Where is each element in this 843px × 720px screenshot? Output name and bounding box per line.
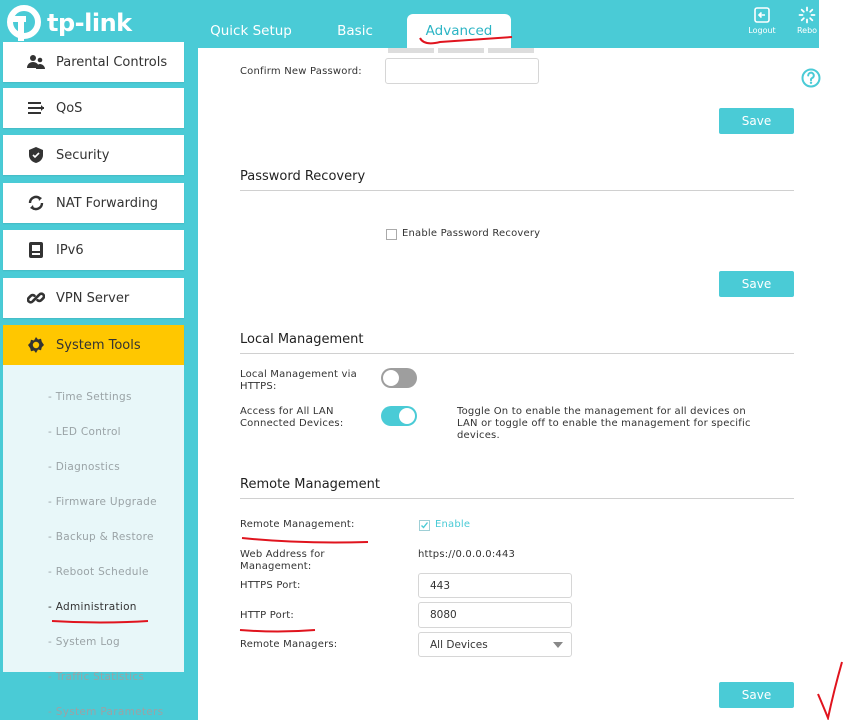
password-strength-bar-weak [388, 48, 434, 53]
submenu-item-time-settings[interactable]: - Time Settings [48, 391, 132, 403]
tp-link-logo[interactable]: tp-link [4, 4, 132, 42]
sidebar-item-system-tools[interactable]: System Tools [3, 325, 184, 365]
submenu-item-diagnostics[interactable]: - Diagnostics [48, 461, 120, 473]
confirm-password-label: Confirm New Password: [240, 66, 362, 77]
sidebar-item-label: Parental Controls [56, 54, 168, 70]
password-strength-bar-medium [438, 48, 484, 53]
tab-advanced[interactable]: Advanced [407, 14, 511, 48]
help-icon[interactable] [801, 68, 821, 88]
local-management-https-label: Local Management via HTTPS: [240, 369, 357, 392]
chevron-down-icon [553, 642, 563, 648]
remote-managers-value: All Devices [430, 638, 488, 651]
section-divider [240, 353, 794, 354]
nat-forwarding-icon [25, 192, 47, 214]
web-address-label: Web Address for Management: [240, 549, 325, 572]
shield-icon [25, 144, 47, 166]
sidebar-item-vpn-server[interactable]: VPN Server [3, 278, 184, 318]
ipv6-icon [25, 239, 47, 261]
sidebar-item-security[interactable]: Security [3, 135, 184, 175]
tab-quick-setup[interactable]: Quick Setup [200, 14, 302, 48]
password-strength-bar-strong [488, 48, 534, 53]
submenu-item-label: Reboot Schedule [55, 566, 149, 578]
submenu-item-backup-restore[interactable]: - Backup & Restore [48, 531, 154, 543]
logout-button[interactable]: Logout [744, 6, 780, 35]
submenu-item-system-log[interactable]: - System Log [48, 636, 120, 648]
logout-label: Logout [748, 26, 776, 35]
sidebar-item-qos[interactable]: QoS [3, 88, 184, 128]
sidebar-item-label: IPv6 [56, 242, 84, 258]
submenu-item-label: Traffic Statistics [55, 671, 145, 683]
submenu-item-label: Diagnostics [55, 461, 120, 473]
https-port-label: HTTPS Port: [240, 580, 301, 591]
sidebar-item-label: NAT Forwarding [56, 195, 159, 211]
submenu-item-label: Firmware Upgrade [55, 496, 157, 508]
local-management-title: Local Management [240, 332, 364, 347]
http-port-input[interactable]: 8080 [418, 602, 572, 628]
tab-basic[interactable]: Basic [320, 14, 390, 48]
submenu-item-label: Administration [55, 601, 137, 613]
submenu-item-led-control[interactable]: - LED Control [48, 426, 121, 438]
system-tools-submenu: - Time Settings - LED Control - Diagnost… [3, 365, 184, 718]
submenu-item-label: Time Settings [55, 391, 132, 403]
section-divider [240, 190, 794, 191]
local-management-https-toggle[interactable] [381, 368, 417, 388]
parental-controls-icon [25, 51, 47, 73]
submenu-item-label: Backup & Restore [55, 531, 154, 543]
https-port-input[interactable]: 443 [418, 573, 572, 598]
recovery-save-button[interactable]: Save [719, 271, 794, 297]
sidebar-item-label: Security [56, 147, 110, 163]
access-all-lan-label: Access for All LAN Connected Devices: [240, 406, 344, 429]
gear-icon [25, 334, 47, 356]
sidebar-item-label: QoS [56, 100, 83, 116]
reboot-label: Rebo [796, 26, 818, 35]
enable-password-recovery-label: Enable Password Recovery [402, 228, 541, 239]
submenu-item-system-parameters[interactable]: - System Parameters [48, 706, 163, 718]
access-all-lan-hint: Toggle On to enable the management for a… [457, 406, 751, 441]
logout-icon [754, 7, 770, 23]
qos-icon [25, 97, 47, 119]
sidebar-item-ipv6[interactable]: IPv6 [3, 230, 184, 270]
top-header: tp-link Quick Setup Basic Advanced Logou… [0, 0, 819, 48]
section-divider [240, 498, 794, 499]
sidebar-item-nat-forwarding[interactable]: NAT Forwarding [3, 183, 184, 223]
web-address-value: https://0.0.0.0:443 [418, 549, 516, 560]
reboot-button[interactable]: Rebo [792, 6, 822, 35]
toggle-knob [399, 408, 415, 424]
sidebar-item-label: System Tools [56, 337, 141, 353]
remote-management-title: Remote Management [240, 477, 380, 492]
access-all-lan-toggle[interactable] [381, 406, 417, 426]
toggle-knob [383, 370, 399, 386]
tp-link-logo-icon [4, 3, 44, 43]
check-icon [421, 522, 429, 529]
sidebar: Parental Controls QoS Security NAT Forwa… [0, 42, 198, 720]
confirm-password-input[interactable] [385, 58, 539, 84]
main-content: Confirm New Password: Save Password Reco… [198, 48, 819, 720]
enable-password-recovery-checkbox[interactable] [386, 229, 397, 240]
http-port-label: HTTP Port: [240, 610, 294, 621]
vpn-icon [25, 287, 47, 309]
submenu-item-reboot-schedule[interactable]: - Reboot Schedule [48, 566, 149, 578]
remote-save-button[interactable]: Save [719, 682, 794, 708]
submenu-item-administration[interactable]: - Administration [48, 601, 137, 613]
remote-managers-label: Remote Managers: [240, 639, 338, 650]
submenu-item-firmware-upgrade[interactable]: - Firmware Upgrade [48, 496, 157, 508]
sidebar-item-parental-controls[interactable]: Parental Controls [3, 42, 184, 82]
submenu-item-traffic-statistics[interactable]: - Traffic Statistics [48, 671, 144, 683]
remote-management-label: Remote Management: [240, 519, 355, 530]
page-right-edge [819, 0, 843, 720]
password-save-button[interactable]: Save [719, 108, 794, 134]
submenu-item-label: System Log [55, 636, 120, 648]
password-recovery-title: Password Recovery [240, 169, 366, 184]
submenu-item-label: LED Control [55, 426, 121, 438]
remote-management-enable-label: Enable [435, 519, 471, 530]
sidebar-item-label: VPN Server [56, 290, 130, 306]
remote-managers-select[interactable]: All Devices [418, 632, 572, 657]
submenu-item-label: System Parameters [55, 706, 164, 718]
logo-text: tp-link [47, 9, 132, 37]
remote-management-enable-checkbox[interactable] [419, 520, 430, 531]
reboot-icon [798, 6, 816, 24]
